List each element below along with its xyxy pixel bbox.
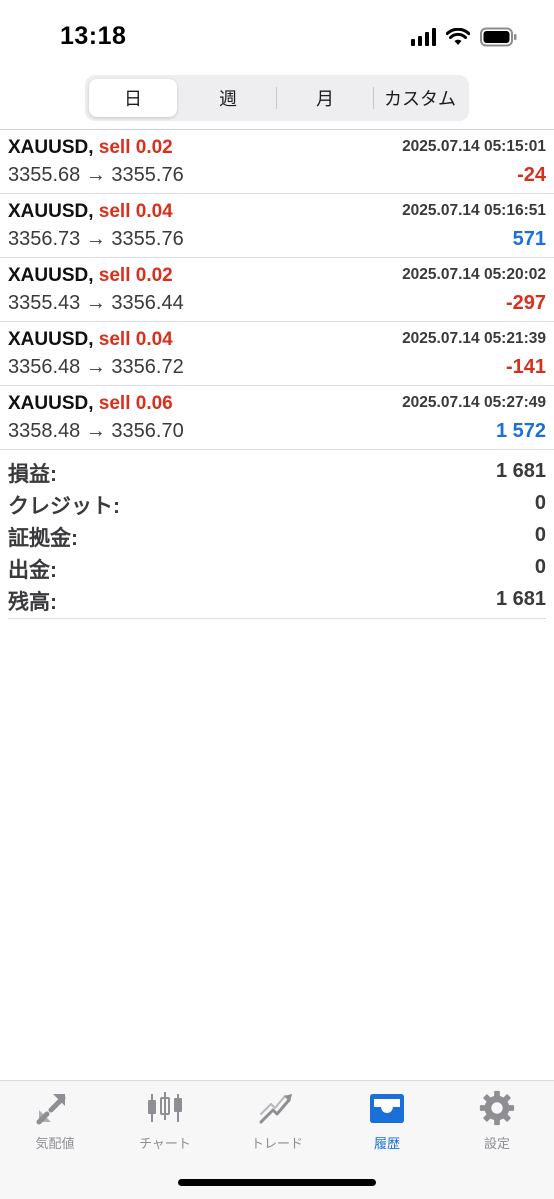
tab-trade-label: トレード	[250, 1136, 303, 1151]
summary-profit-row: 損益: 1 681	[8, 456, 546, 488]
summary-profit-value: 1 681	[495, 460, 546, 482]
summary-credit-value: 0	[534, 492, 546, 514]
divider	[8, 618, 546, 619]
deal-time: 2025.07.14 05:21:39	[402, 330, 546, 347]
summary-balance-row: 残高: 1 681	[8, 584, 546, 616]
quotes-arrows-icon	[33, 1089, 77, 1127]
deal-row[interactable]: XAUUSD, sell 0.06 2025.07.14 05:27:49 33…	[0, 386, 554, 450]
deal-prices: 3355.43 → 3356.44	[8, 292, 184, 314]
tab-trade[interactable]: トレード	[222, 1089, 332, 1153]
tab-quotes[interactable]: 気配値	[0, 1089, 110, 1153]
deal-type: sell 0.02	[98, 137, 173, 158]
deal-symbol-line: XAUUSD, sell 0.02	[8, 265, 173, 287]
tab-history[interactable]: 履歴	[332, 1089, 442, 1153]
deal-symbol: XAUUSD,	[8, 137, 94, 158]
deal-profit: -141	[505, 356, 546, 378]
period-month[interactable]: 月	[277, 79, 373, 117]
deal-type: sell 0.04	[98, 201, 173, 222]
wifi-icon	[446, 28, 470, 45]
deal-symbol-line: XAUUSD, sell 0.04	[8, 329, 173, 351]
deal-prices: 3355.68 → 3355.76	[8, 164, 184, 186]
cellular-signal-icon	[411, 28, 436, 46]
period-day[interactable]: 日	[89, 79, 177, 117]
tab-chart-label: チャート	[139, 1136, 191, 1151]
summary-deposit-value: 0	[534, 524, 546, 546]
deal-profit: -297	[505, 292, 546, 314]
deal-symbol: XAUUSD,	[8, 393, 94, 414]
summary-credit-row: クレジット: 0	[8, 488, 546, 520]
deal-prices: 3356.48 → 3356.72	[8, 356, 184, 378]
home-indicator	[178, 1179, 376, 1186]
deal-symbol: XAUUSD,	[8, 329, 94, 350]
deal-row[interactable]: XAUUSD, sell 0.04 2025.07.14 05:16:51 33…	[0, 194, 554, 258]
deal-prices: 3356.73 → 3355.76	[8, 228, 184, 250]
deal-prices: 3358.48 → 3356.70	[8, 420, 184, 442]
tab-settings-label: 設定	[483, 1136, 510, 1151]
deal-profit: 1 572	[495, 420, 546, 442]
trade-chart-icon	[255, 1089, 299, 1127]
deal-profit: -24	[517, 164, 546, 186]
battery-icon	[480, 27, 517, 47]
candlestick-icon	[143, 1089, 187, 1127]
deal-type: sell 0.02	[98, 265, 173, 286]
tab-history-label: 履歴	[373, 1136, 400, 1151]
deal-time: 2025.07.14 05:20:02	[402, 266, 546, 283]
status-icons	[411, 24, 518, 50]
deal-symbol-line: XAUUSD, sell 0.06	[8, 393, 173, 415]
summary-credit-label: クレジット:	[8, 495, 120, 518]
tab-chart[interactable]: チャート	[110, 1089, 220, 1153]
deals-list: XAUUSD, sell 0.02 2025.07.14 05:15:01 33…	[0, 129, 554, 450]
summary-balance-value: 1 681	[495, 588, 546, 610]
summary-balance-label: 残高:	[8, 591, 57, 614]
summary-deposit-row: 証拠金: 0	[8, 520, 546, 552]
deal-symbol: XAUUSD,	[8, 265, 94, 286]
summary-withdrawal-label: 出金:	[8, 559, 57, 582]
period-selector: 日 週 月 カスタム	[85, 75, 469, 121]
status-time: 13:18	[60, 22, 127, 50]
tab-settings[interactable]: 設定	[442, 1089, 552, 1153]
status-bar: 13:18	[0, 0, 554, 76]
deal-profit: 571	[512, 228, 546, 250]
period-week[interactable]: 週	[181, 79, 275, 117]
deal-row[interactable]: XAUUSD, sell 0.02 2025.07.14 05:15:01 33…	[0, 130, 554, 194]
deal-symbol: XAUUSD,	[8, 201, 94, 222]
deal-symbol-line: XAUUSD, sell 0.02	[8, 137, 173, 159]
deal-time: 2025.07.14 05:27:49	[402, 394, 546, 411]
deal-time: 2025.07.14 05:16:51	[402, 202, 546, 219]
inbox-tray-icon	[365, 1089, 409, 1127]
deal-type: sell 0.06	[98, 393, 173, 414]
deal-symbol-line: XAUUSD, sell 0.04	[8, 201, 173, 223]
deal-row[interactable]: XAUUSD, sell 0.02 2025.07.14 05:20:02 33…	[0, 258, 554, 322]
summary-profit-label: 損益:	[8, 463, 57, 486]
deal-row[interactable]: XAUUSD, sell 0.04 2025.07.14 05:21:39 33…	[0, 322, 554, 386]
period-custom[interactable]: カスタム	[374, 79, 466, 117]
summary-section: 損益: 1 681 クレジット: 0 証拠金: 0 出金: 0 残高: 1 68…	[0, 456, 554, 616]
tab-quotes-label: 気配値	[35, 1136, 75, 1151]
summary-withdrawal-row: 出金: 0	[8, 552, 546, 584]
deal-type: sell 0.04	[98, 329, 173, 350]
deal-time: 2025.07.14 05:15:01	[402, 138, 546, 155]
summary-deposit-label: 証拠金:	[8, 527, 78, 550]
gear-icon	[475, 1089, 519, 1127]
summary-withdrawal-value: 0	[534, 556, 546, 578]
